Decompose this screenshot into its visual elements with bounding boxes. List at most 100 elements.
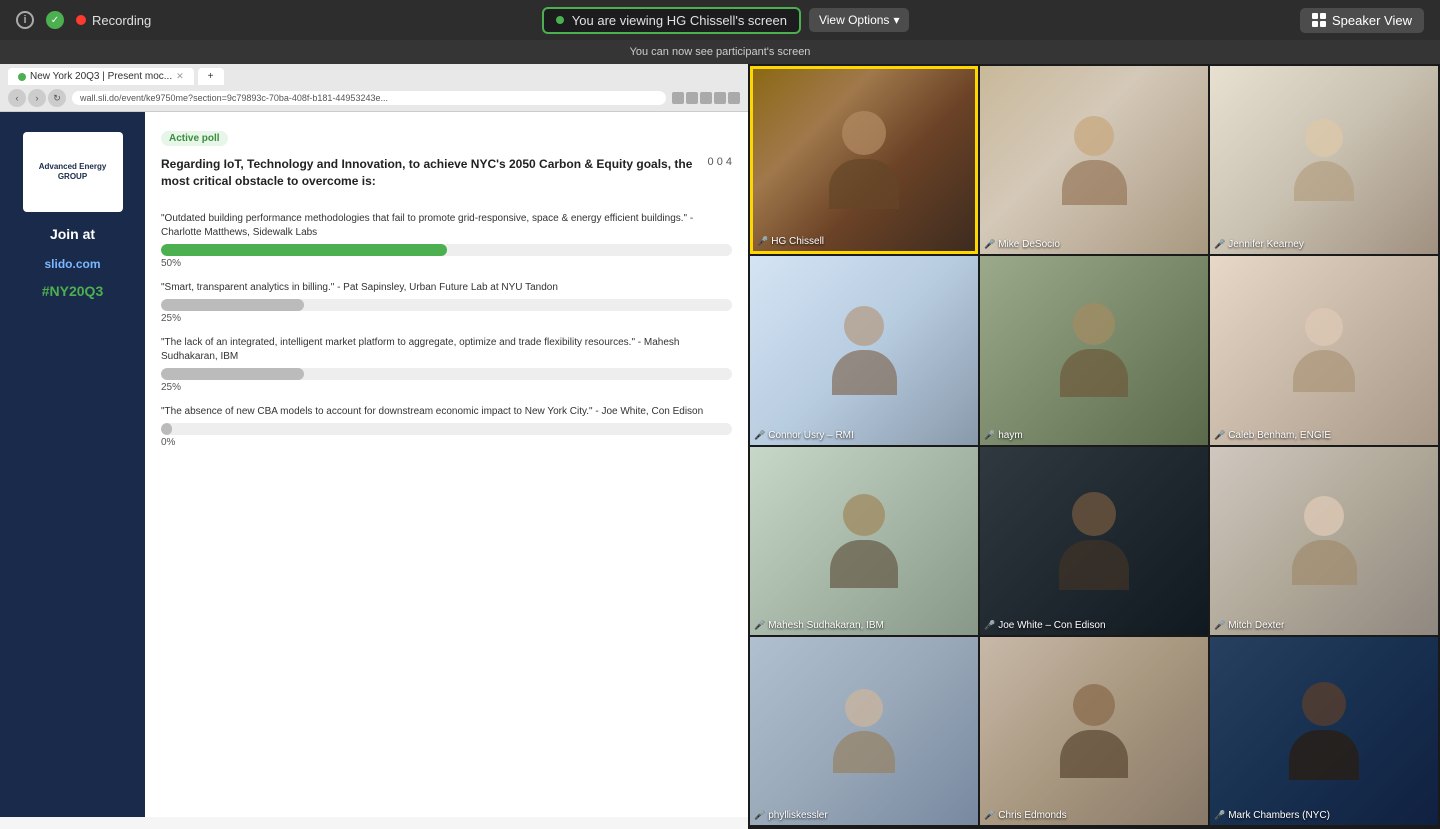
browser-tab-active[interactable]: New York 20Q3 | Present moc... ✕ [8, 68, 194, 85]
video-tile-label: 🎤 Caleb Benham, ENGIE [1214, 430, 1331, 441]
poll-percent: 25% [161, 382, 732, 393]
browser-chrome: New York 20Q3 | Present moc... ✕ + ‹ › ↻… [0, 64, 748, 112]
video-tile-phyllis[interactable]: 🎤 phylliskessler [750, 637, 978, 825]
slido-sidebar: Advanced EnergyGROUP Join at slido.com #… [0, 112, 145, 817]
participant-name: HG Chissell [771, 236, 824, 247]
poll-option-text: "Smart, transparent analytics in billing… [161, 281, 732, 295]
toolbar-icon[interactable] [672, 92, 684, 104]
video-tile-label: 🎤 Connor Usry – RMI [754, 430, 854, 441]
speaker-view-icon [1312, 13, 1326, 27]
participant-name: Jennifer Kearney [1228, 239, 1304, 250]
video-tile-connor-usry[interactable]: 🎤 Connor Usry – RMI [750, 256, 978, 444]
sub-banner-text: You can now see participant's screen [630, 46, 811, 58]
browser-toolbar [672, 92, 740, 104]
video-tile-hg-chissell[interactable]: 🎤 HG Chissell [750, 66, 978, 254]
participant-name: Caleb Benham, ENGIE [1228, 430, 1331, 441]
new-tab-button[interactable]: + [198, 68, 224, 85]
poll-counter: 0 0 4 [708, 156, 732, 168]
video-tile-mike-desocio[interactable]: 🎤 Mike DeSocio [980, 66, 1208, 254]
poll-bar-container [161, 368, 732, 380]
video-tile-label: 🎤 Jennifer Kearney [1214, 239, 1304, 250]
poll-bar [161, 299, 304, 311]
video-tile-label: 🎤 Mahesh Sudhakaran, IBM [754, 620, 884, 631]
video-tile-label: 🎤 Chris Edmonds [984, 810, 1067, 821]
poll-option-4: "The absence of new CBA models to accoun… [161, 405, 732, 448]
forward-button[interactable]: › [28, 89, 46, 107]
info-icon[interactable]: i [16, 11, 34, 29]
participant-name: Joe White – Con Edison [998, 620, 1105, 631]
mic-off-icon: 🎤 [1214, 620, 1225, 631]
back-button[interactable]: ‹ [8, 89, 26, 107]
poll-option-text: "The lack of an integrated, intelligent … [161, 336, 732, 364]
recording-indicator: Recording [76, 13, 151, 28]
video-tile-label: 🎤 phylliskessler [754, 810, 828, 821]
poll-bar [161, 423, 172, 435]
mic-off-icon: 🎤 [1214, 810, 1225, 821]
poll-bar-container [161, 299, 732, 311]
mic-off-icon: 🎤 [754, 810, 765, 821]
screen-share-controls: You are viewing HG Chissell's screen Vie… [542, 7, 910, 34]
browser-nav: ‹ › ↻ wall.sli.do/event/ke9750me?section… [8, 89, 740, 107]
toolbar-icon[interactable] [714, 92, 726, 104]
screen-share-area: New York 20Q3 | Present moc... ✕ + ‹ › ↻… [0, 64, 748, 829]
poll-percent: 50% [161, 258, 732, 269]
poll-percent: 0% [161, 437, 732, 448]
video-tile-mark-chambers[interactable]: 🎤 Mark Chambers (NYC) [1210, 637, 1438, 825]
view-options-label: View Options [819, 13, 889, 27]
video-tile-mahesh[interactable]: 🎤 Mahesh Sudhakaran, IBM [750, 447, 978, 635]
slido-interface: Advanced EnergyGROUP Join at slido.com #… [0, 112, 748, 817]
tab-close-icon[interactable]: ✕ [176, 71, 184, 82]
slido-url[interactable]: slido.com [44, 257, 100, 271]
poll-bar-container [161, 244, 732, 256]
mic-off-icon: 🎤 [984, 430, 995, 441]
slido-main: Active poll Regarding IoT, Technology an… [145, 112, 748, 817]
participant-name: Chris Edmonds [998, 810, 1066, 821]
video-tile-caleb-benham[interactable]: 🎤 Caleb Benham, ENGIE [1210, 256, 1438, 444]
participant-name: Mitch Dexter [1228, 620, 1284, 631]
top-bar: i ✓ Recording You are viewing HG Chissel… [0, 0, 1440, 40]
refresh-button[interactable]: ↻ [48, 89, 66, 107]
participant-name: Mark Chambers (NYC) [1228, 810, 1330, 821]
toolbar-icon[interactable] [700, 92, 712, 104]
top-left-controls: i ✓ Recording [16, 11, 151, 29]
mic-off-icon: 🎤 [754, 620, 765, 631]
poll-option-text: "The absence of new CBA models to accoun… [161, 405, 732, 419]
tab-label: New York 20Q3 | Present moc... [30, 71, 172, 82]
video-tile-label: 🎤 Mike DeSocio [984, 239, 1060, 250]
sub-banner: You can now see participant's screen [0, 40, 1440, 64]
poll-option-1: "Outdated building performance methodolo… [161, 212, 732, 269]
video-tile-label: 🎤 haym [984, 430, 1023, 441]
active-poll-badge: Active poll [161, 131, 228, 146]
video-grid: 🎤 HG Chissell 🎤 Mike DeSocio [748, 64, 1440, 829]
video-tile-label: 🎤 Mitch Dexter [1214, 620, 1284, 631]
participant-name: Connor Usry – RMI [768, 430, 854, 441]
video-tile-haym[interactable]: 🎤 haym [980, 256, 1208, 444]
aeg-logo-text: Advanced EnergyGROUP [39, 162, 107, 183]
poll-percent: 25% [161, 313, 732, 324]
video-tile-label: 🎤 Joe White – Con Edison [984, 620, 1106, 631]
poll-question: Regarding IoT, Technology and Innovation… [161, 156, 700, 190]
nav-arrows: ‹ › ↻ [8, 89, 66, 107]
participant-name: Mahesh Sudhakaran, IBM [768, 620, 884, 631]
video-tile-jennifer-kearney[interactable]: 🎤 Jennifer Kearney [1210, 66, 1438, 254]
mic-off-icon: 🎤 [984, 620, 995, 631]
browser-tabs: New York 20Q3 | Present moc... ✕ + [8, 68, 740, 85]
video-tile-label: 🎤 Mark Chambers (NYC) [1214, 810, 1330, 821]
video-tile-mitch-dexter[interactable]: 🎤 Mitch Dexter [1210, 447, 1438, 635]
slido-join-label: Join at [50, 224, 95, 245]
browser-window: New York 20Q3 | Present moc... ✕ + ‹ › ↻… [0, 64, 748, 829]
mic-off-icon: 🎤 [984, 810, 995, 821]
address-bar[interactable]: wall.sli.do/event/ke9750me?section=9c798… [72, 91, 666, 105]
view-options-button[interactable]: View Options ▾ [809, 8, 910, 32]
video-tile-joe-white[interactable]: 🎤 Joe White – Con Edison [980, 447, 1208, 635]
toolbar-icon[interactable] [686, 92, 698, 104]
screen-share-text: You are viewing HG Chissell's screen [572, 13, 787, 28]
slido-hashtag: #NY20Q3 [42, 283, 103, 299]
recording-dot [76, 15, 86, 25]
video-tile-chris-edmonds[interactable]: 🎤 Chris Edmonds [980, 637, 1208, 825]
toolbar-icon[interactable] [728, 92, 740, 104]
participant-name: haym [998, 430, 1022, 441]
tab-favicon [18, 73, 26, 81]
join-text: Join at [50, 226, 95, 242]
speaker-view-button[interactable]: Speaker View [1300, 8, 1424, 33]
